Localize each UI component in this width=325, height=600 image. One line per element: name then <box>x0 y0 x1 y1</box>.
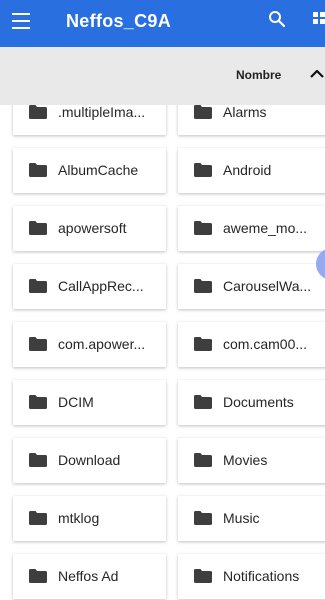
folder-item[interactable]: com.cam00... <box>178 322 325 367</box>
folder-icon <box>194 279 212 293</box>
folder-icon <box>29 105 47 119</box>
folder-item[interactable]: Documents <box>178 380 325 425</box>
folder-name: Movies <box>223 452 268 468</box>
folder-name: apowersoft <box>58 220 127 236</box>
folder-icon <box>194 569 212 583</box>
grid-view-icon[interactable] <box>313 12 325 24</box>
folder-name: Android <box>223 162 272 178</box>
menu-icon[interactable] <box>12 13 30 29</box>
folder-name: com.apower... <box>58 336 146 352</box>
folder-icon <box>194 511 212 525</box>
folder-item[interactable]: com.apower... <box>13 322 166 367</box>
folder-item[interactable]: Music <box>178 496 325 541</box>
folder-icon <box>29 511 47 525</box>
folder-icon <box>194 105 212 119</box>
folder-name: Download <box>58 452 121 468</box>
folder-item[interactable]: Neffos Ad <box>13 554 166 599</box>
folder-icon <box>29 279 47 293</box>
folder-item[interactable]: Notifications <box>178 554 325 599</box>
folder-icon <box>29 395 47 409</box>
folder-item[interactable]: apowersoft <box>13 206 166 251</box>
folder-item[interactable]: AlbumCache <box>13 148 166 193</box>
folder-item[interactable]: mtklog <box>13 496 166 541</box>
folder-name: Documents <box>223 394 294 410</box>
sort-ascending-icon[interactable] <box>310 69 324 79</box>
folder-icon <box>29 569 47 583</box>
search-icon[interactable] <box>268 10 286 28</box>
folder-icon <box>194 337 212 351</box>
folder-icon <box>194 395 212 409</box>
folder-name: AlbumCache <box>58 162 139 178</box>
folder-icon <box>194 221 212 235</box>
folder-item[interactable]: CarouselWa... <box>178 264 325 309</box>
folder-item[interactable]: Android <box>178 148 325 193</box>
folder-item[interactable]: DCIM <box>13 380 166 425</box>
folder-icon <box>29 163 47 177</box>
folder-name: Music <box>223 510 260 526</box>
folder-icon <box>29 221 47 235</box>
folder-name: aweme_mo... <box>223 220 308 236</box>
folder-name: .multipleIma... <box>58 105 146 120</box>
folder-name: CallAppRec... <box>58 278 144 294</box>
folder-name: Neffos Ad <box>58 568 119 584</box>
folder-name: CarouselWa... <box>223 278 312 294</box>
folder-icon <box>194 163 212 177</box>
folder-item[interactable]: Download <box>13 438 166 483</box>
folder-item[interactable]: Movies <box>178 438 325 483</box>
folder-item[interactable]: CallAppRec... <box>13 264 166 309</box>
sort-bar: Nombre <box>0 47 325 105</box>
folder-icon <box>194 453 212 467</box>
folder-item[interactable]: .multipleIma... <box>13 105 166 135</box>
app-bar: Neffos_C9A <box>0 0 325 47</box>
sort-by-name-button[interactable]: Nombre <box>236 68 281 82</box>
folder-item[interactable]: Alarms <box>178 105 325 135</box>
folder-name: Notifications <box>223 568 300 584</box>
folder-name: com.cam00... <box>223 336 308 352</box>
folder-name: DCIM <box>58 394 94 410</box>
folder-list: .multipleIma... Alarms AlbumCache Android ap… <box>0 105 325 600</box>
app-title: Neffos_C9A <box>66 11 172 31</box>
folder-name: Alarms <box>223 105 267 120</box>
folder-name: mtklog <box>58 510 100 526</box>
folder-item[interactable]: aweme_mo... <box>178 206 325 251</box>
folder-icon <box>29 453 47 467</box>
folder-icon <box>29 337 47 351</box>
